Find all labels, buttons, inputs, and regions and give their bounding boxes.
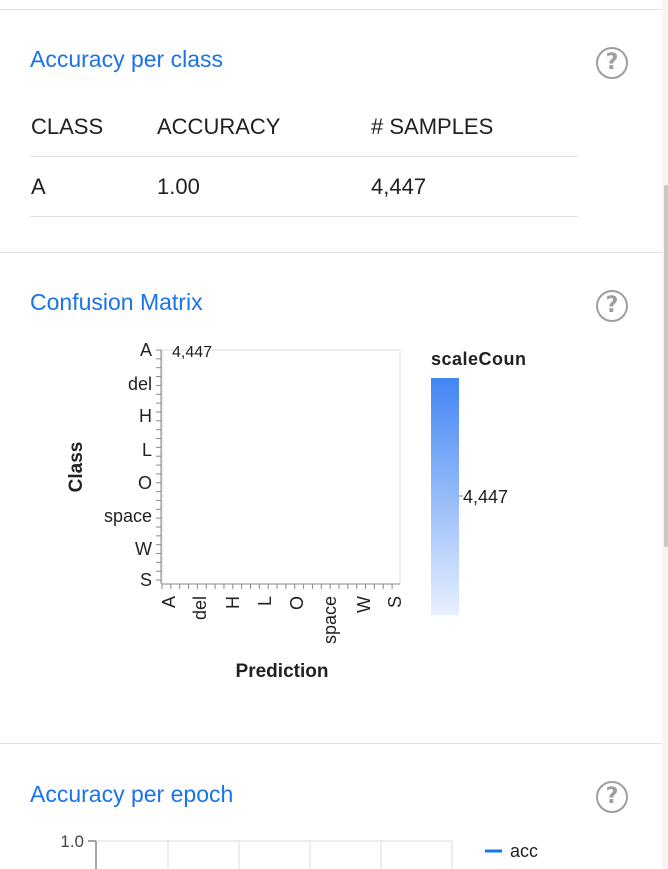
x-tick-label: W bbox=[354, 596, 374, 613]
confusion-matrix-title: Confusion Matrix bbox=[30, 289, 203, 315]
heatmap-cell bbox=[162, 350, 171, 359]
table-header-rule bbox=[30, 156, 578, 157]
legend-value-label: 4,447 bbox=[463, 487, 508, 507]
legend-label: acc bbox=[510, 841, 538, 861]
x-tick-label: space bbox=[320, 596, 340, 644]
cell-class: A bbox=[31, 174, 46, 199]
x-tick-label: A bbox=[159, 596, 179, 608]
card-divider bbox=[0, 743, 662, 744]
y-tick-label: 1.0 bbox=[60, 832, 84, 851]
y-axis-title: Class bbox=[66, 442, 87, 493]
cell-samples: 4,447 bbox=[371, 174, 427, 199]
scrollbar-thumb[interactable] bbox=[664, 185, 668, 547]
legend-title: scaleCoun bbox=[431, 349, 527, 369]
column-header-class: CLASS bbox=[31, 114, 104, 139]
x-axis-title: Prediction bbox=[236, 661, 329, 682]
y-tick-label: space bbox=[104, 506, 152, 526]
y-tick-label: W bbox=[135, 539, 152, 559]
confusion-matrix-chart: 4,447AdelHLOspaceWSA del H L Ospace W SPredict… bbox=[66, 340, 527, 682]
y-tick-label: L bbox=[142, 440, 152, 460]
y-tick-label: A bbox=[140, 340, 152, 360]
accuracy-per-epoch-chart: 1.0 acc bbox=[60, 832, 538, 869]
accuracy-per-epoch-title: Accuracy per epoch bbox=[30, 781, 234, 807]
table-row-rule bbox=[30, 216, 578, 217]
x-tick-label: H bbox=[223, 596, 243, 609]
y-tick-label: O bbox=[138, 473, 152, 493]
card-divider bbox=[0, 252, 662, 253]
plot-frame bbox=[161, 349, 401, 585]
accuracy-per-class-title: Accuracy per class bbox=[30, 46, 224, 72]
help-circle-icon[interactable]: ? bbox=[596, 781, 628, 813]
column-header-accuracy: ACCURACY bbox=[157, 114, 281, 139]
x-tick-label: L bbox=[255, 596, 275, 606]
top-divider bbox=[0, 9, 668, 10]
cell-accuracy: 1.00 bbox=[157, 174, 200, 199]
help-circle-icon[interactable]: ? bbox=[596, 290, 628, 322]
cell-value-label: 4,447 bbox=[172, 344, 212, 361]
x-tick-label: O bbox=[287, 596, 307, 610]
y-tick-label: del bbox=[128, 374, 152, 394]
help-circle-icon[interactable]: ? bbox=[596, 47, 628, 79]
x-tick-label: del bbox=[190, 596, 210, 620]
column-header-samples: # SAMPLES bbox=[371, 114, 494, 139]
y-tick-label: S bbox=[140, 570, 152, 590]
legend-gradient-bar bbox=[431, 378, 459, 615]
y-tick-label: H bbox=[139, 406, 152, 426]
x-tick-label: S bbox=[385, 596, 405, 608]
